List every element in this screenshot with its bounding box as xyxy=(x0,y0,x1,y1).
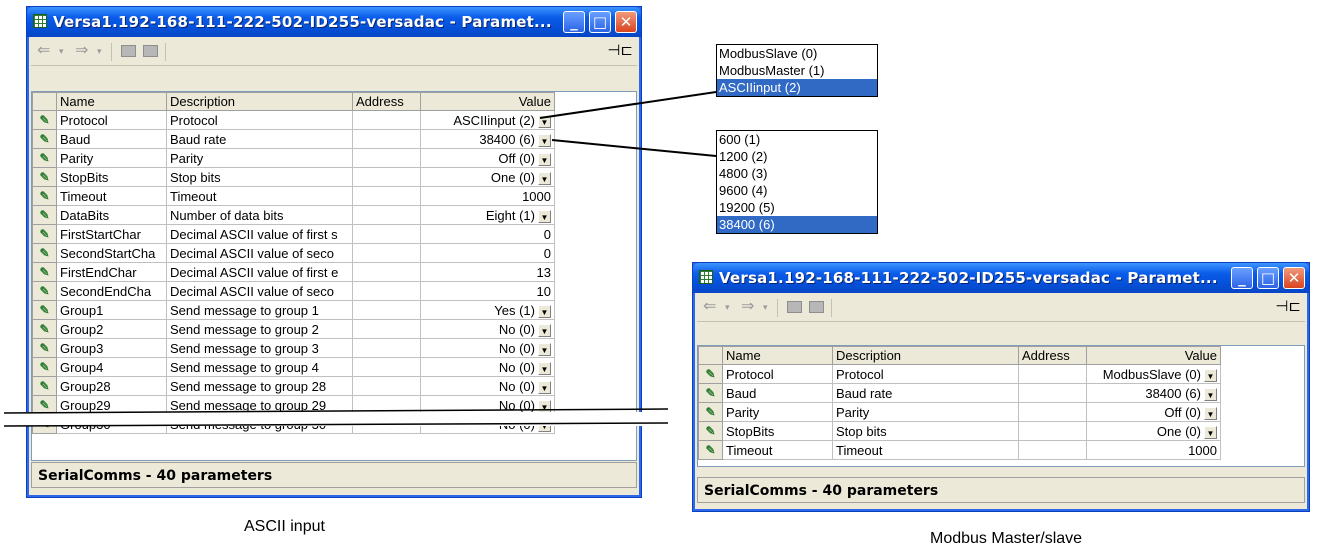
connector-lines xyxy=(3,91,717,427)
caption-ascii-input: ASCII input xyxy=(244,518,325,535)
caption-modbus: Modbus Master/slave xyxy=(930,530,1083,547)
